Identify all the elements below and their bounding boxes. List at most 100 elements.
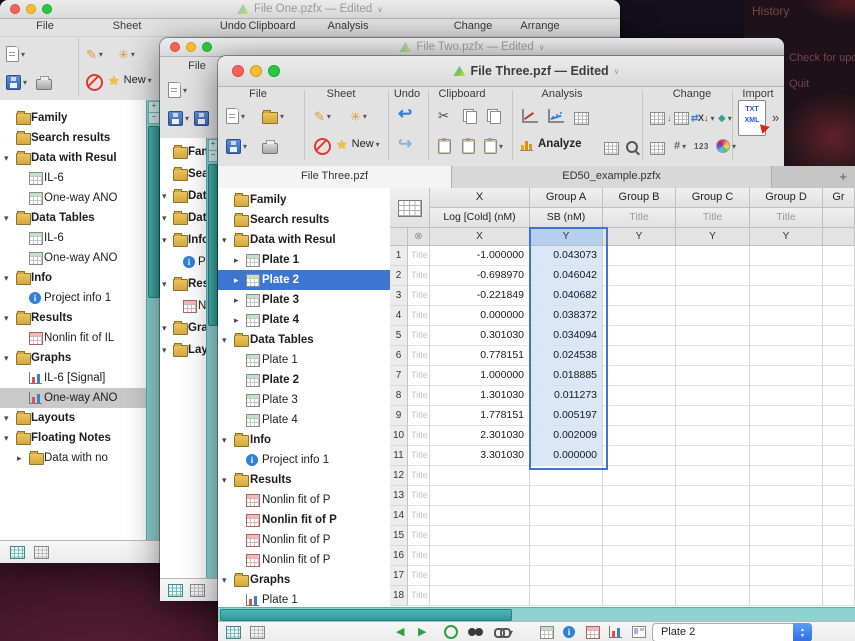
- nav-item-plate-1[interactable]: Plate 1: [218, 590, 390, 607]
- disclosure-open-icon[interactable]: ▾: [222, 430, 227, 450]
- cell-group-d-row15[interactable]: [750, 526, 823, 546]
- cell-group-b-row8[interactable]: [603, 386, 676, 406]
- cell-group-d-row12[interactable]: [750, 466, 823, 486]
- row-number[interactable]: 6: [390, 346, 408, 366]
- cell-x-row15[interactable]: [430, 526, 530, 546]
- cell-group-e-row12[interactable]: [823, 466, 855, 486]
- column-axis-cell[interactable]: Y: [603, 228, 676, 246]
- cell-x-row3[interactable]: -0.221849: [430, 286, 530, 306]
- cell-group-e-row13[interactable]: [823, 486, 855, 506]
- copy-special-button[interactable]: [486, 104, 501, 128]
- nav-item-one-way-ano[interactable]: One-way ANO: [0, 248, 146, 268]
- cell-group-e-row3[interactable]: [823, 286, 855, 306]
- menu-item-quit[interactable]: Quit: [789, 78, 809, 90]
- disclosure-open-icon[interactable]: ▾: [4, 208, 9, 228]
- scrollbar-thumb[interactable]: [220, 609, 512, 621]
- column-header-gr[interactable]: Gr: [823, 188, 855, 208]
- disclosure-open-icon[interactable]: ▾: [162, 230, 167, 250]
- column-subtitle[interactable]: Log [Cold] (nM): [430, 208, 530, 228]
- row-title-placeholder[interactable]: Title: [408, 546, 430, 566]
- disclosure-open-icon[interactable]: ▾: [162, 208, 167, 228]
- t-test-button[interactable]: [604, 136, 619, 160]
- nav-item-family[interactable]: Family: [218, 190, 390, 210]
- nav-item-plate-4[interactable]: Plate 4: [218, 410, 390, 430]
- column-header-x[interactable]: X: [430, 188, 530, 208]
- cell-group-b-row6[interactable]: [603, 346, 676, 366]
- row-title-placeholder[interactable]: Title: [408, 386, 430, 406]
- save-button[interactable]: ▾: [226, 134, 247, 158]
- cell-x-row16[interactable]: [430, 546, 530, 566]
- column-header-group-c[interactable]: Group C: [676, 188, 750, 208]
- nav-item-project-info-1[interactable]: Project info 1: [218, 450, 390, 470]
- disclosure-open-icon[interactable]: ▾: [4, 428, 9, 448]
- row-number[interactable]: 18: [390, 586, 408, 606]
- nav-item-plate-4[interactable]: ▸Plate 4: [218, 310, 390, 330]
- cell-group-a-row17[interactable]: [530, 566, 603, 586]
- row-title-placeholder[interactable]: Title: [408, 566, 430, 586]
- axis-row-corner[interactable]: [390, 228, 408, 246]
- save-button[interactable]: ▾: [6, 70, 27, 94]
- row-number[interactable]: 3: [390, 286, 408, 306]
- cell-group-b-row7[interactable]: [603, 366, 676, 386]
- sheet-view-button[interactable]: [250, 625, 265, 639]
- cell-group-a-row2[interactable]: 0.046042: [530, 266, 603, 286]
- exclude-button[interactable]: [86, 70, 103, 94]
- open-file-button[interactable]: ▾: [262, 104, 284, 128]
- disclosure-closed-icon[interactable]: ▸: [234, 270, 239, 290]
- cell-group-d-row1[interactable]: [750, 246, 823, 266]
- cell-group-e-row14[interactable]: [823, 506, 855, 526]
- nav-item-plate-2[interactable]: Plate 2: [218, 370, 390, 390]
- new-file-button[interactable]: ▾: [168, 78, 187, 102]
- nav-item-one-way-ano[interactable]: One-way ANO: [0, 388, 146, 408]
- nav-item-il-6[interactable]: IL-6: [0, 168, 146, 188]
- highlight-links-button[interactable]: ▾: [494, 625, 513, 639]
- cell-group-c-row1[interactable]: [676, 246, 750, 266]
- cell-x-row1[interactable]: -1.000000: [430, 246, 530, 266]
- cell-group-e-row11[interactable]: [823, 446, 855, 466]
- scatter-analysis-button[interactable]: [548, 104, 564, 128]
- cell-group-e-row4[interactable]: [823, 306, 855, 326]
- cell-group-e-row7[interactable]: [823, 366, 855, 386]
- forward-button[interactable]: ▶: [418, 625, 426, 639]
- cell-x-row8[interactable]: 1.301030: [430, 386, 530, 406]
- nav-item-one-way-ano[interactable]: One-way ANO: [0, 188, 146, 208]
- new-file-button[interactable]: ▾: [6, 42, 25, 66]
- new-sheet-button[interactable]: ★New▾: [336, 132, 380, 156]
- sort-button[interactable]: ↓: [650, 106, 672, 130]
- nav-item-layouts[interactable]: ▾Layouts: [0, 408, 146, 428]
- cell-group-b-row18[interactable]: [603, 586, 676, 606]
- nav-item-nonlin-fit-of-p[interactable]: Nonlin fit of P: [218, 490, 390, 510]
- row-number[interactable]: 11: [390, 446, 408, 466]
- cell-group-a-row11[interactable]: 0.000000: [530, 446, 603, 466]
- cell-group-e-row6[interactable]: [823, 346, 855, 366]
- cell-group-d-row16[interactable]: [750, 546, 823, 566]
- nav-item-pro[interactable]: Pro: [160, 252, 206, 274]
- row-title-placeholder[interactable]: Title: [408, 526, 430, 546]
- cell-group-c-row2[interactable]: [676, 266, 750, 286]
- cell-group-a-row10[interactable]: 0.002009: [530, 426, 603, 446]
- nav-item-family[interactable]: Family: [0, 108, 146, 128]
- row-title-placeholder[interactable]: Title: [408, 506, 430, 526]
- cell-group-c-row12[interactable]: [676, 466, 750, 486]
- nav-item-nonlin-fit-of-il[interactable]: Nonlin fit of IL: [0, 328, 146, 348]
- nav-item-il-6-signal-[interactable]: IL-6 [Signal]: [0, 368, 146, 388]
- disclosure-open-icon[interactable]: ▾: [4, 408, 9, 428]
- cell-x-row12[interactable]: [430, 466, 530, 486]
- cell-group-c-row16[interactable]: [676, 546, 750, 566]
- column-subtitle[interactable]: Title: [750, 208, 823, 228]
- cell-group-d-row14[interactable]: [750, 506, 823, 526]
- row-title-placeholder[interactable]: Title: [408, 406, 430, 426]
- cell-group-e-row10[interactable]: [823, 426, 855, 446]
- cell-x-row13[interactable]: [430, 486, 530, 506]
- row-title-placeholder[interactable]: Title: [408, 326, 430, 346]
- edit-sheet-button[interactable]: ✎▾: [86, 42, 103, 66]
- transpose-button[interactable]: ⇄: [674, 106, 699, 130]
- row-number[interactable]: 14: [390, 506, 408, 526]
- menu-item-check-for-updates[interactable]: Check for updates: [789, 52, 855, 64]
- cell-group-d-row18[interactable]: [750, 586, 823, 606]
- graphs-quick-button[interactable]: [609, 625, 622, 639]
- nav-item-plate-1[interactable]: ▸Plate 1: [218, 250, 390, 270]
- exclude-marker-icon[interactable]: ⊗: [408, 228, 430, 246]
- nav-item-plate-3[interactable]: ▸Plate 3: [218, 290, 390, 310]
- window-file-three[interactable]: File Three.pzf — Edited ∨ FileSheetUndoC…: [218, 56, 855, 641]
